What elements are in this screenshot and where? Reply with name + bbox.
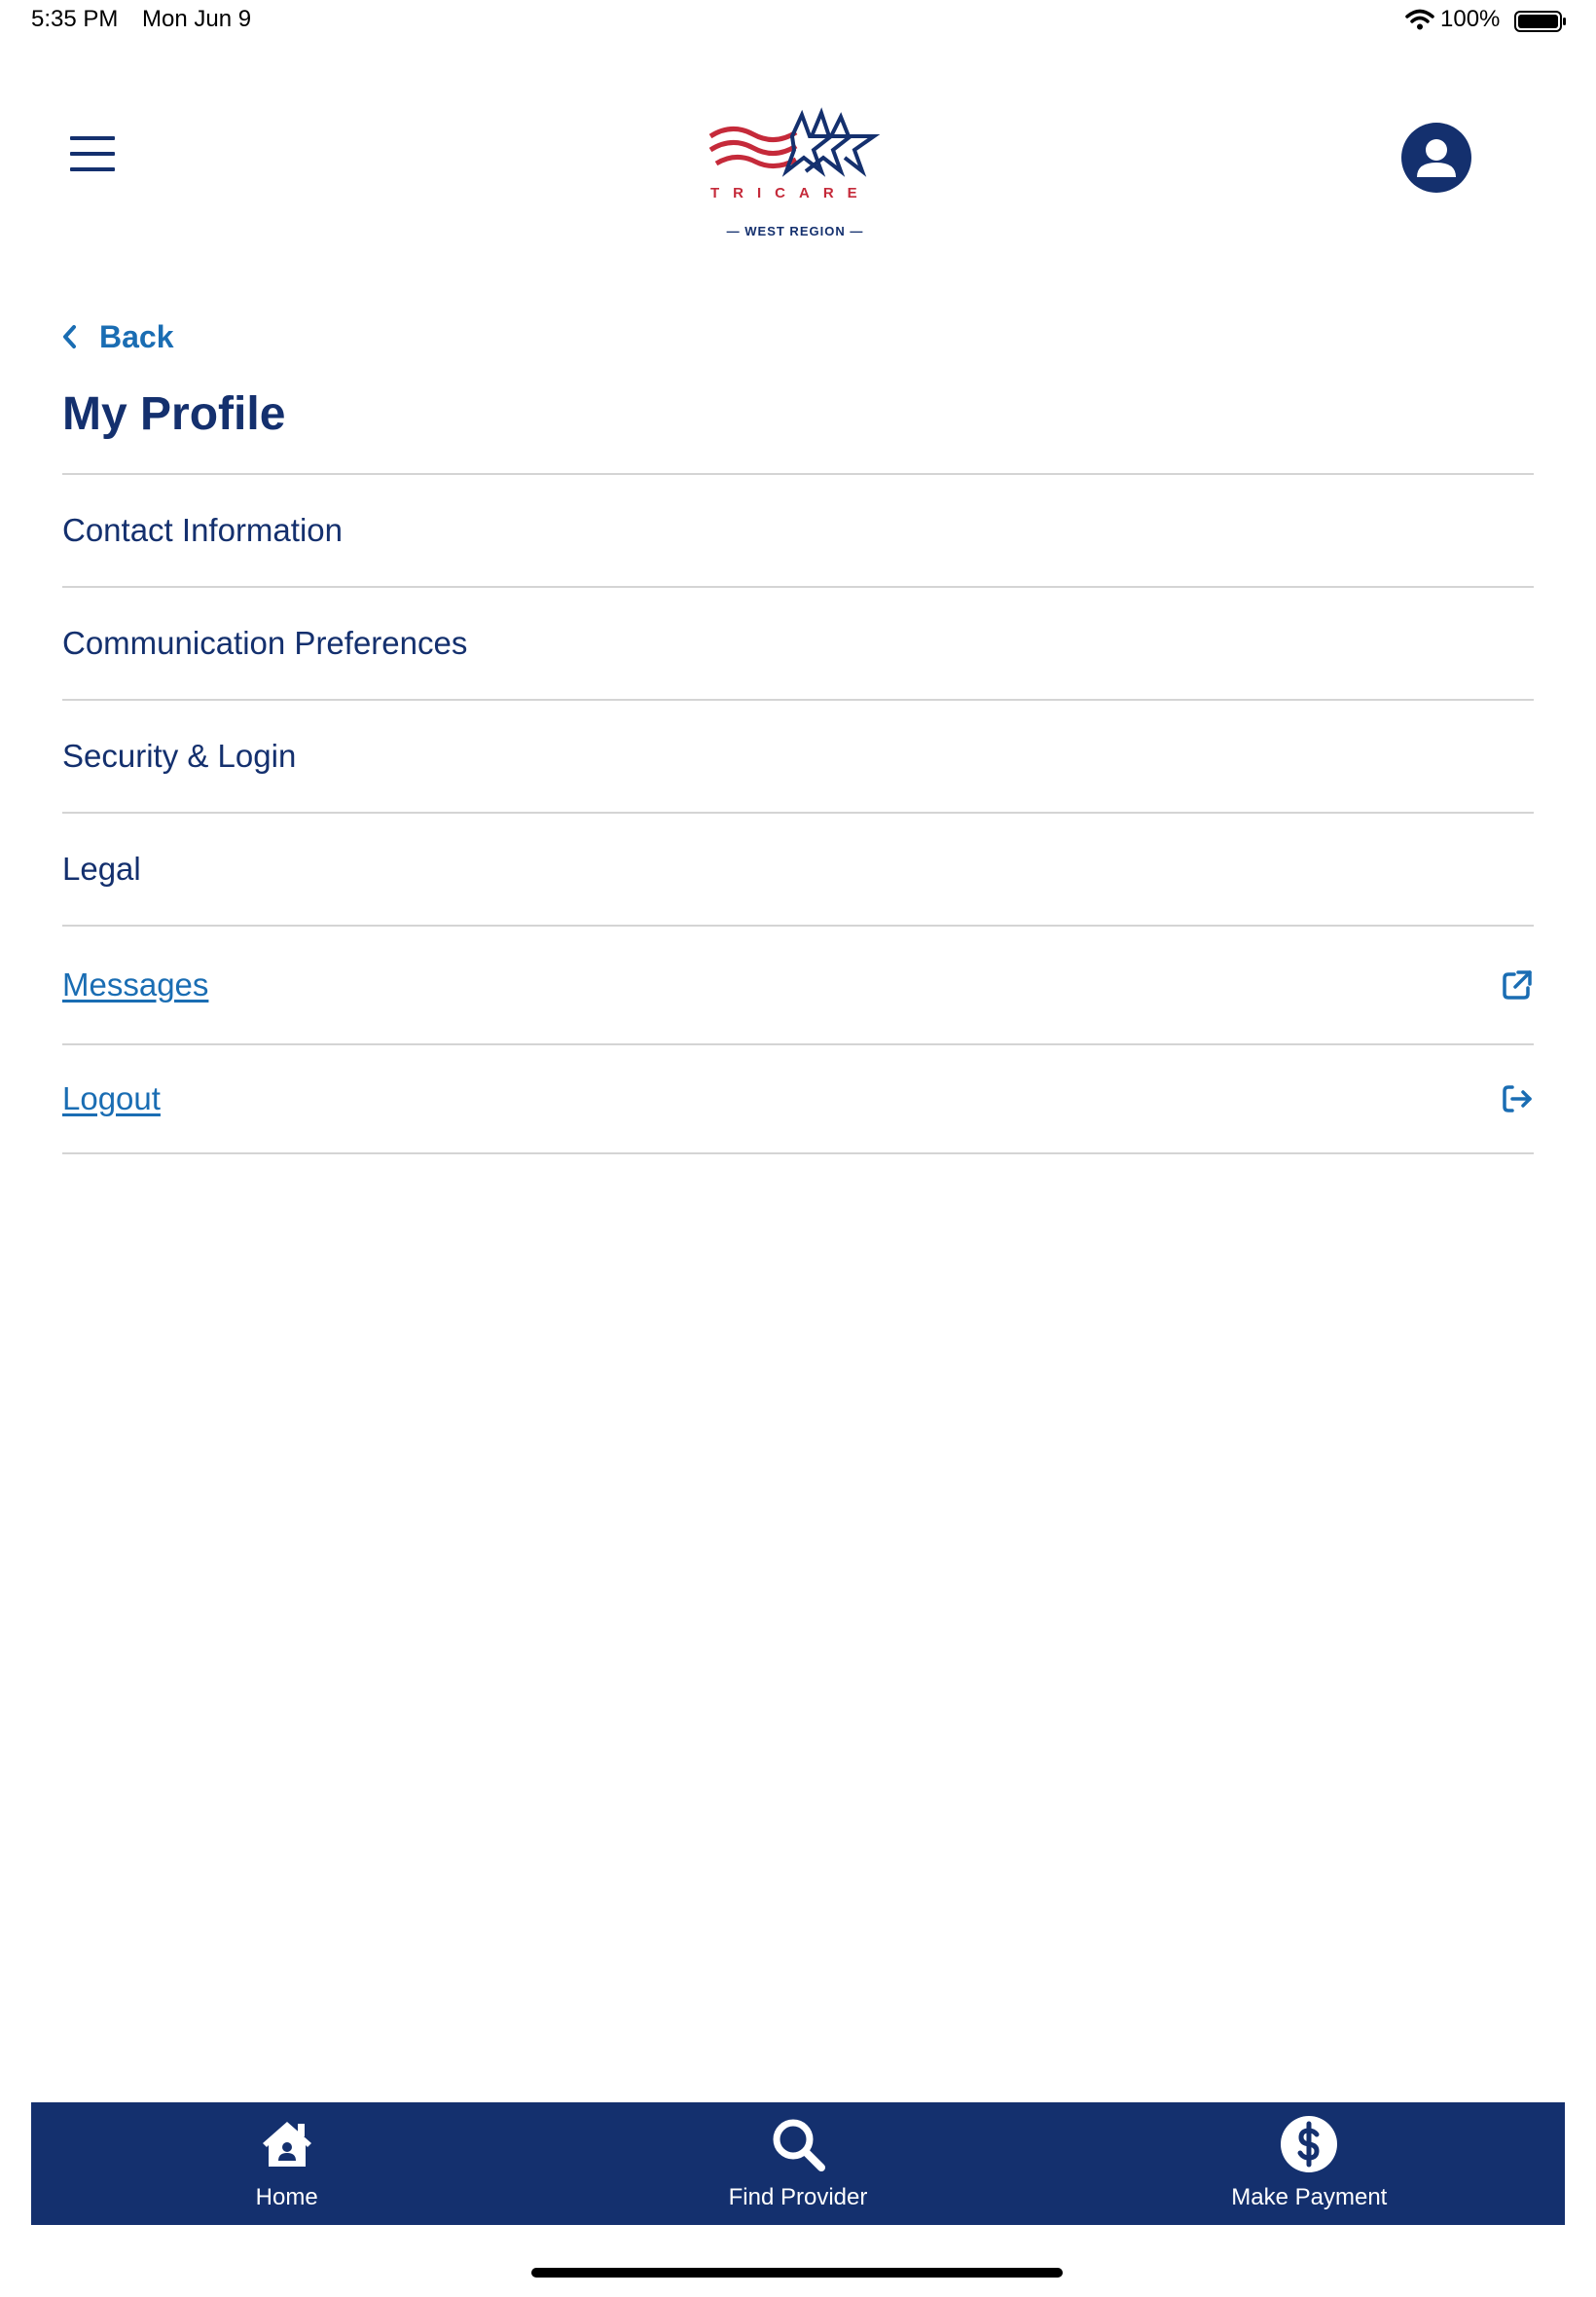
messages-link[interactable]: Messages	[62, 966, 208, 1003]
nav-make-payment[interactable]: Make Payment	[1054, 2102, 1565, 2225]
page-title: My Profile	[62, 388, 286, 440]
wifi-icon	[1405, 9, 1434, 30]
battery-percentage: 100%	[1440, 6, 1501, 32]
bottom-navigation: Home Find Provider Make Payment	[31, 2102, 1565, 2225]
menu-item-security-login[interactable]: Security & Login	[62, 699, 1534, 812]
back-label: Back	[99, 318, 174, 354]
logout-link[interactable]: Logout	[62, 1080, 161, 1117]
menu-item-label: Contact Information	[62, 512, 343, 548]
chevron-left-icon	[63, 325, 76, 348]
menu-item-contact-information[interactable]: Contact Information	[62, 473, 1534, 586]
dollar-circle-icon	[1281, 2116, 1338, 2172]
logout-link-row[interactable]: Logout	[62, 1043, 1534, 1154]
nav-home-label: Home	[255, 2184, 318, 2210]
home-icon	[262, 2122, 311, 2167]
logo-region: — WEST REGION —	[726, 224, 864, 238]
messages-link-row[interactable]: Messages	[62, 925, 1534, 1043]
profile-menu-list: Contact Information Communication Prefer…	[62, 473, 1534, 1154]
nav-home[interactable]: Home	[31, 2102, 542, 2225]
menu-item-label: Communication Preferences	[62, 625, 468, 661]
menu-item-label: Legal	[62, 851, 141, 887]
search-icon	[773, 2119, 825, 2171]
home-indicator[interactable]	[531, 2268, 1063, 2278]
tricare-logo: TRICARE — WEST REGION —	[703, 107, 897, 243]
menu-item-label: Security & Login	[62, 738, 297, 774]
nav-find-provider[interactable]: Find Provider	[542, 2102, 1053, 2225]
external-link-icon[interactable]	[1501, 968, 1534, 1002]
menu-item-legal[interactable]: Legal	[62, 812, 1534, 925]
logout-icon[interactable]	[1501, 1082, 1534, 1115]
hamburger-menu-icon[interactable]	[64, 132, 121, 177]
user-silhouette-icon	[1417, 139, 1456, 177]
nav-find-provider-label: Find Provider	[728, 2184, 868, 2210]
logo-wordmark: TRICARE	[710, 185, 871, 201]
status-date: Mon Jun 9	[142, 6, 252, 32]
user-account-icon[interactable]	[1401, 123, 1471, 193]
status-time: 5:35 PM	[31, 6, 119, 32]
back-button[interactable]: Back	[60, 317, 174, 356]
battery-icon	[1514, 11, 1566, 32]
nav-make-payment-label: Make Payment	[1231, 2184, 1388, 2210]
tricare-flag-star-mark	[708, 107, 881, 177]
menu-item-communication-preferences[interactable]: Communication Preferences	[62, 586, 1534, 699]
